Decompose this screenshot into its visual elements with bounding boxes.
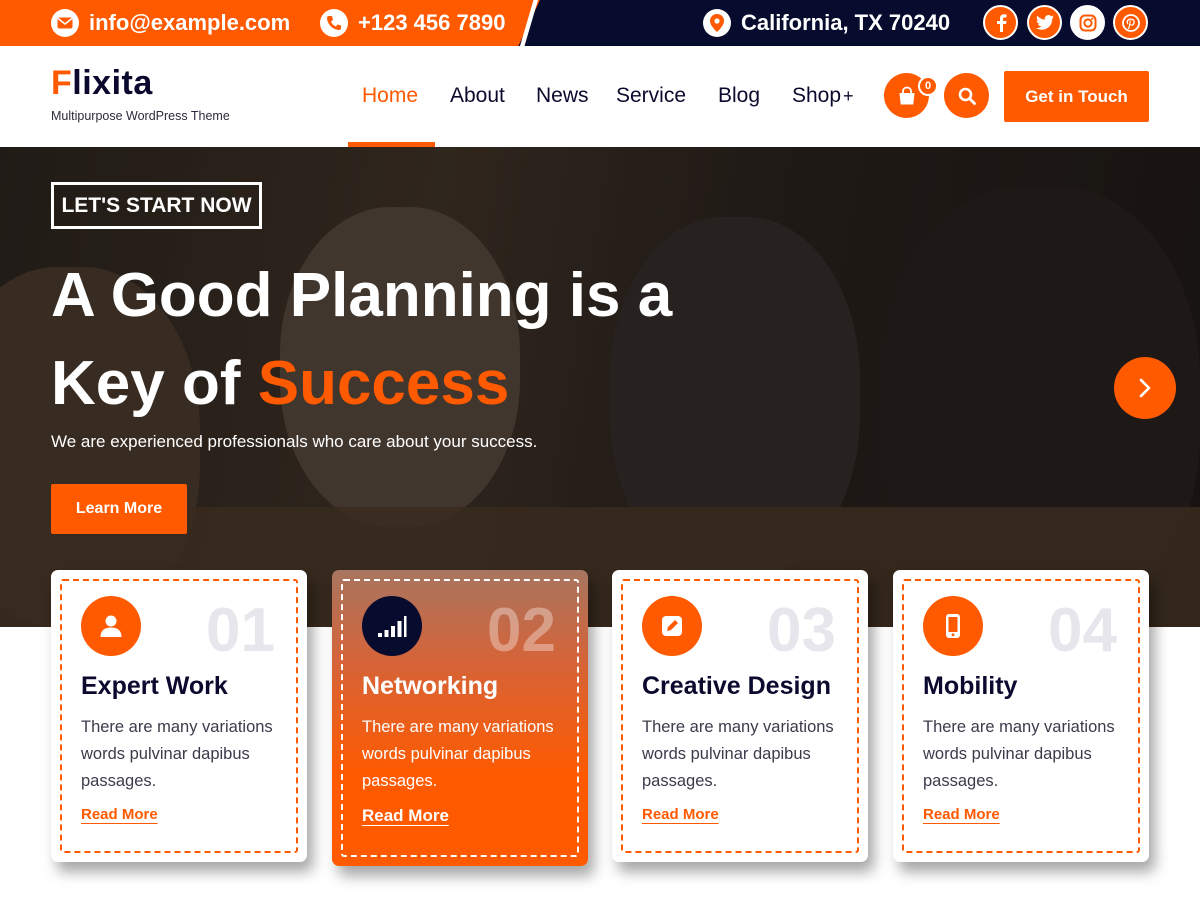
- pinterest-icon[interactable]: [1113, 5, 1148, 40]
- topbar-email-text: info@example.com: [89, 10, 291, 35]
- top-bar: info@example.com +123 456 7890 Californi…: [0, 0, 1200, 46]
- card-text: There are many variations words pulvinar…: [81, 718, 273, 790]
- card-text: There are many variations words pulvinar…: [642, 718, 834, 790]
- nav-item-home[interactable]: Home: [362, 84, 418, 108]
- read-more-link[interactable]: Read More: [923, 806, 1000, 823]
- hero-section: LET'S START NOW A Good Planning is a Key…: [0, 147, 1200, 627]
- site-header: Flixita Multipurpose WordPress Theme Hom…: [0, 46, 1200, 147]
- topbar-phone[interactable]: +123 456 7890: [320, 0, 505, 46]
- card-number: 02: [487, 596, 556, 665]
- read-more-link[interactable]: Read More: [362, 806, 449, 826]
- card-number: 04: [1048, 596, 1117, 665]
- map-pin-icon: [703, 9, 731, 37]
- cart-count-badge: 0: [918, 76, 938, 96]
- envelope-icon: [51, 9, 79, 37]
- signal-bars-icon: [362, 596, 422, 656]
- topbar-location: California, TX 70240: [703, 0, 950, 46]
- card-text: There are many variations words pulvinar…: [362, 718, 554, 790]
- hero-title: A Good Planning is a Key of Success: [51, 252, 672, 428]
- mobile-icon: [923, 596, 983, 656]
- get-in-touch-button[interactable]: Get in Touch: [1004, 71, 1149, 122]
- hero-title-prefix: Key of: [51, 349, 241, 418]
- instagram-icon[interactable]: [1070, 5, 1105, 40]
- facebook-icon[interactable]: [983, 5, 1018, 40]
- site-tagline: Multipurpose WordPress Theme: [51, 109, 230, 123]
- topbar-phone-text: +123 456 7890: [358, 10, 506, 35]
- plus-icon: +: [843, 86, 854, 106]
- learn-more-button[interactable]: Learn More: [51, 484, 187, 534]
- hero-title-accent: Success: [257, 349, 510, 418]
- nav-item-shop-label: Shop: [792, 84, 842, 107]
- phone-icon: [320, 9, 348, 37]
- read-more-link[interactable]: Read More: [81, 806, 158, 823]
- user-icon: [81, 596, 141, 656]
- topbar-location-text: California, TX 70240: [741, 10, 951, 35]
- search-icon: [958, 87, 976, 105]
- nav-item-service[interactable]: Service: [616, 84, 686, 108]
- feature-card-featured: 02 Networking There are many variations …: [332, 570, 588, 866]
- hero-badge: LET'S START NOW: [51, 182, 262, 229]
- card-title: Mobility: [923, 672, 1018, 700]
- feature-card: 01 Expert Work There are many variations…: [51, 570, 307, 862]
- card-title: Networking: [362, 672, 499, 700]
- nav-item-news[interactable]: News: [536, 84, 589, 108]
- hero-title-line1: A Good Planning is a: [51, 261, 673, 330]
- hero-subtitle: We are experienced professionals who car…: [51, 432, 538, 451]
- feature-card: 04 Mobility There are many variations wo…: [893, 570, 1149, 862]
- read-more-link[interactable]: Read More: [642, 806, 719, 823]
- feature-card: 03 Creative Design There are many variat…: [612, 570, 868, 862]
- card-text: There are many variations words pulvinar…: [923, 718, 1115, 790]
- card-title: Expert Work: [81, 672, 228, 700]
- card-number: 03: [767, 596, 836, 665]
- topbar-email[interactable]: info@example.com: [51, 0, 290, 46]
- shopping-bag-icon: [899, 86, 914, 104]
- edit-icon: [642, 596, 702, 656]
- card-title: Creative Design: [642, 672, 831, 700]
- twitter-icon[interactable]: [1027, 5, 1062, 40]
- hero-title-line2: Key of Success: [51, 340, 672, 428]
- site-logo[interactable]: Flixita: [51, 64, 153, 103]
- nav-item-blog[interactable]: Blog: [718, 84, 760, 108]
- nav-item-shop[interactable]: Shop +: [792, 84, 854, 108]
- logo-initial: F: [51, 64, 73, 102]
- nav-item-about[interactable]: About: [450, 84, 505, 108]
- card-number: 01: [206, 596, 275, 665]
- chevron-right-icon: [1139, 378, 1151, 398]
- search-button[interactable]: [944, 73, 989, 118]
- logo-rest: lixita: [72, 64, 153, 102]
- slider-next-button[interactable]: [1114, 357, 1176, 419]
